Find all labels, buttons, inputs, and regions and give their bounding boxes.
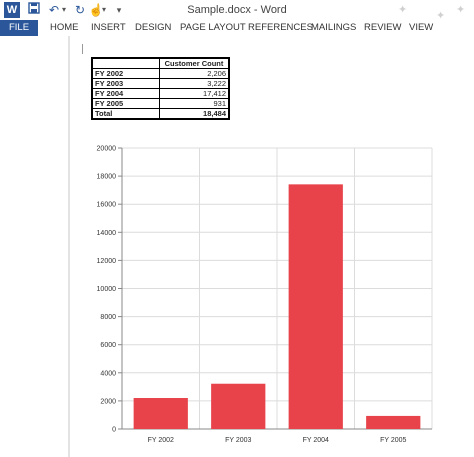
x-tick-label: FY 2004 bbox=[303, 437, 329, 444]
tab-references[interactable]: REFERENCES bbox=[248, 20, 313, 36]
tab-mailings[interactable]: MAILINGS bbox=[311, 20, 356, 36]
bar bbox=[133, 398, 188, 429]
x-tick-label: FY 2002 bbox=[148, 437, 174, 444]
bar bbox=[288, 184, 343, 429]
y-tick-label: 20000 bbox=[97, 146, 117, 153]
tab-view[interactable]: VIEW bbox=[409, 20, 433, 36]
tab-insert[interactable]: INSERT bbox=[91, 20, 126, 36]
y-tick-label: 0 bbox=[112, 427, 116, 434]
decoration-icon: ✦ bbox=[398, 4, 408, 16]
y-tick-label: 8000 bbox=[100, 314, 116, 321]
y-tick-label: 6000 bbox=[100, 342, 116, 349]
y-tick-label: 2000 bbox=[100, 398, 116, 405]
x-tick-label: FY 2003 bbox=[225, 437, 251, 444]
y-tick-label: 18000 bbox=[97, 174, 117, 181]
tab-home[interactable]: HOME bbox=[50, 20, 79, 36]
title-bar: W ↶ ▾ ↻ ☝ ▾ ▾ Sample.docx - Word ✦ ✦ ✦ bbox=[0, 0, 474, 22]
y-tick-label: 10000 bbox=[97, 286, 117, 293]
y-tick-label: 14000 bbox=[97, 230, 117, 237]
ribbon-tabs: FILE HOME INSERT DESIGN PAGE LAYOUT REFE… bbox=[0, 20, 474, 36]
tab-file[interactable]: FILE bbox=[0, 20, 38, 36]
tab-page-layout[interactable]: PAGE LAYOUT bbox=[180, 20, 246, 36]
y-tick-label: 12000 bbox=[97, 258, 117, 265]
tab-review[interactable]: REVIEW bbox=[364, 20, 401, 36]
bar-chart: 0 2000 4000 6000 8000 10000 12000 14000 16000 180… bbox=[97, 146, 433, 444]
tab-design[interactable]: DESIGN bbox=[135, 20, 171, 36]
bar bbox=[211, 383, 266, 429]
bar bbox=[366, 415, 421, 429]
decoration-icon: ✦ bbox=[456, 4, 466, 16]
x-tick-label: FY 2005 bbox=[380, 437, 406, 444]
document-area[interactable]: Customer Count FY 2002 2,206 FY 2003 3,2… bbox=[0, 36, 474, 457]
y-tick-label: 4000 bbox=[100, 370, 116, 377]
y-tick-label: 16000 bbox=[97, 202, 117, 209]
